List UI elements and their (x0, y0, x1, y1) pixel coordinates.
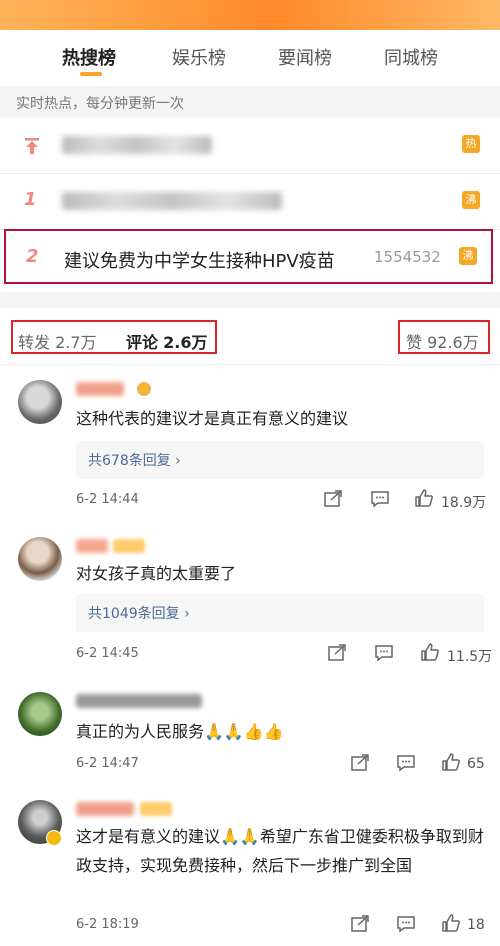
repost-count: 2.7万 (55, 333, 97, 352)
thumbs-up-icon[interactable] (420, 642, 440, 662)
comment-text: 真正的为人民服务🙏🙏👍👍 (76, 722, 284, 741)
crown-icon (137, 382, 151, 396)
tab-local[interactable]: 同城榜 (384, 44, 438, 70)
comment-label: 评论 (126, 333, 159, 352)
comment-item: 真正的为人民服务🙏🙏👍👍 6-2 14:47 65 (0, 692, 500, 782)
comment-icon[interactable] (370, 490, 390, 508)
boil-badge: 沸 (462, 191, 480, 209)
boil-badge: 沸 (459, 247, 477, 265)
active-tab-indicator (80, 72, 102, 76)
comment-tab[interactable]: 评论 2.6万 (126, 329, 207, 353)
ranking-tabs: 热搜榜 娱乐榜 要闻榜 同城榜 (0, 30, 500, 86)
comment-icon[interactable] (396, 915, 416, 933)
comment-icon[interactable] (374, 644, 394, 662)
avatar[interactable] (18, 380, 62, 424)
verified-v-icon (46, 830, 62, 846)
post-stats-bar: 转发 2.7万 评论 2.6万 赞 92.6万 (0, 308, 500, 365)
hot-list-item-1[interactable]: 1 沸 (0, 174, 500, 230)
tab-news[interactable]: 要闻榜 (278, 44, 332, 70)
vip-badge-icon (140, 802, 172, 816)
username-blurred[interactable] (76, 802, 134, 816)
comment-time: 6-2 14:44 (76, 492, 139, 507)
rank-number: 1 (24, 189, 37, 210)
share-icon[interactable] (323, 490, 343, 508)
username-blurred[interactable] (76, 382, 124, 396)
hot-list-item-2[interactable]: 2 建议免费为中学女生接种HPV疫苗 1554532 沸 (4, 229, 493, 284)
hot-topic-title: 建议免费为中学女生接种HPV疫苗 (64, 251, 335, 272)
view-replies-button[interactable]: 共1049条回复 › (76, 594, 484, 632)
rank-number: 2 (26, 246, 39, 267)
hot-topic-count: 1554532 (374, 248, 441, 266)
thumbs-up-icon[interactable] (414, 488, 434, 508)
blurred-title (62, 192, 282, 210)
like-count: 18.9万 (441, 495, 487, 511)
avatar[interactable] (18, 692, 62, 736)
comment-item: 对女孩子真的太重要了 共1049条回复 › 6-2 14:45 11.5万 (0, 537, 500, 677)
comment-item: 这种代表的建议才是真正有意义的建议 共678条回复 › 6-2 14:44 18… (0, 380, 500, 530)
username-blurred[interactable] (76, 539, 108, 553)
comment-count: 2.6万 (163, 333, 208, 352)
subheader-text: 实时热点，每分钟更新一次 (16, 96, 184, 112)
hot-badge: 热 (462, 135, 480, 153)
comment-icon[interactable] (396, 754, 416, 772)
hot-list-item-pinned[interactable]: 热 (0, 118, 500, 174)
pin-up-icon (25, 138, 39, 154)
avatar[interactable] (18, 537, 62, 581)
like-label: 赞 (406, 333, 423, 352)
tab-hot-search[interactable]: 热搜榜 (62, 44, 116, 70)
like-tab[interactable]: 赞 92.6万 (406, 329, 479, 353)
comment-text: 这才是有意义的建议🙏🙏希望广东省卫健委积极争取到财政支持，实现免费接种，然后下一… (76, 827, 484, 875)
repost-tab[interactable]: 转发 2.7万 (18, 329, 97, 353)
comment-text: 对女孩子真的太重要了 (76, 564, 237, 583)
share-icon[interactable] (327, 644, 347, 662)
top-banner (0, 0, 500, 30)
comment-item: 这才是有意义的建议🙏🙏希望广东省卫健委积极争取到财政支持，实现免费接种，然后下一… (0, 800, 500, 940)
thumbs-up-icon[interactable] (441, 752, 461, 772)
username-blurred[interactable] (76, 694, 202, 708)
reply-count-link: 共678条回复 › (88, 453, 181, 469)
like-count: 92.6万 (427, 333, 479, 352)
view-replies-button[interactable]: 共678条回复 › (76, 441, 484, 479)
tab-entertainment[interactable]: 娱乐榜 (172, 44, 226, 70)
section-divider (0, 292, 500, 308)
subheader: 实时热点，每分钟更新一次 (0, 86, 500, 118)
share-icon[interactable] (350, 915, 370, 933)
vip-badge-icon (113, 539, 145, 553)
comment-time: 6-2 18:19 (76, 917, 139, 932)
comment-time: 6-2 14:45 (76, 646, 139, 661)
comment-time: 6-2 14:47 (76, 756, 139, 771)
blurred-title (62, 136, 212, 154)
like-count: 11.5万 (447, 649, 493, 665)
like-count: 18 (467, 917, 485, 933)
thumbs-up-icon[interactable] (441, 913, 461, 933)
comment-text: 这种代表的建议才是真正有意义的建议 (76, 409, 349, 428)
repost-label: 转发 (18, 333, 51, 352)
share-icon[interactable] (350, 754, 370, 772)
reply-count-link: 共1049条回复 › (88, 606, 190, 622)
like-count: 65 (467, 756, 485, 772)
